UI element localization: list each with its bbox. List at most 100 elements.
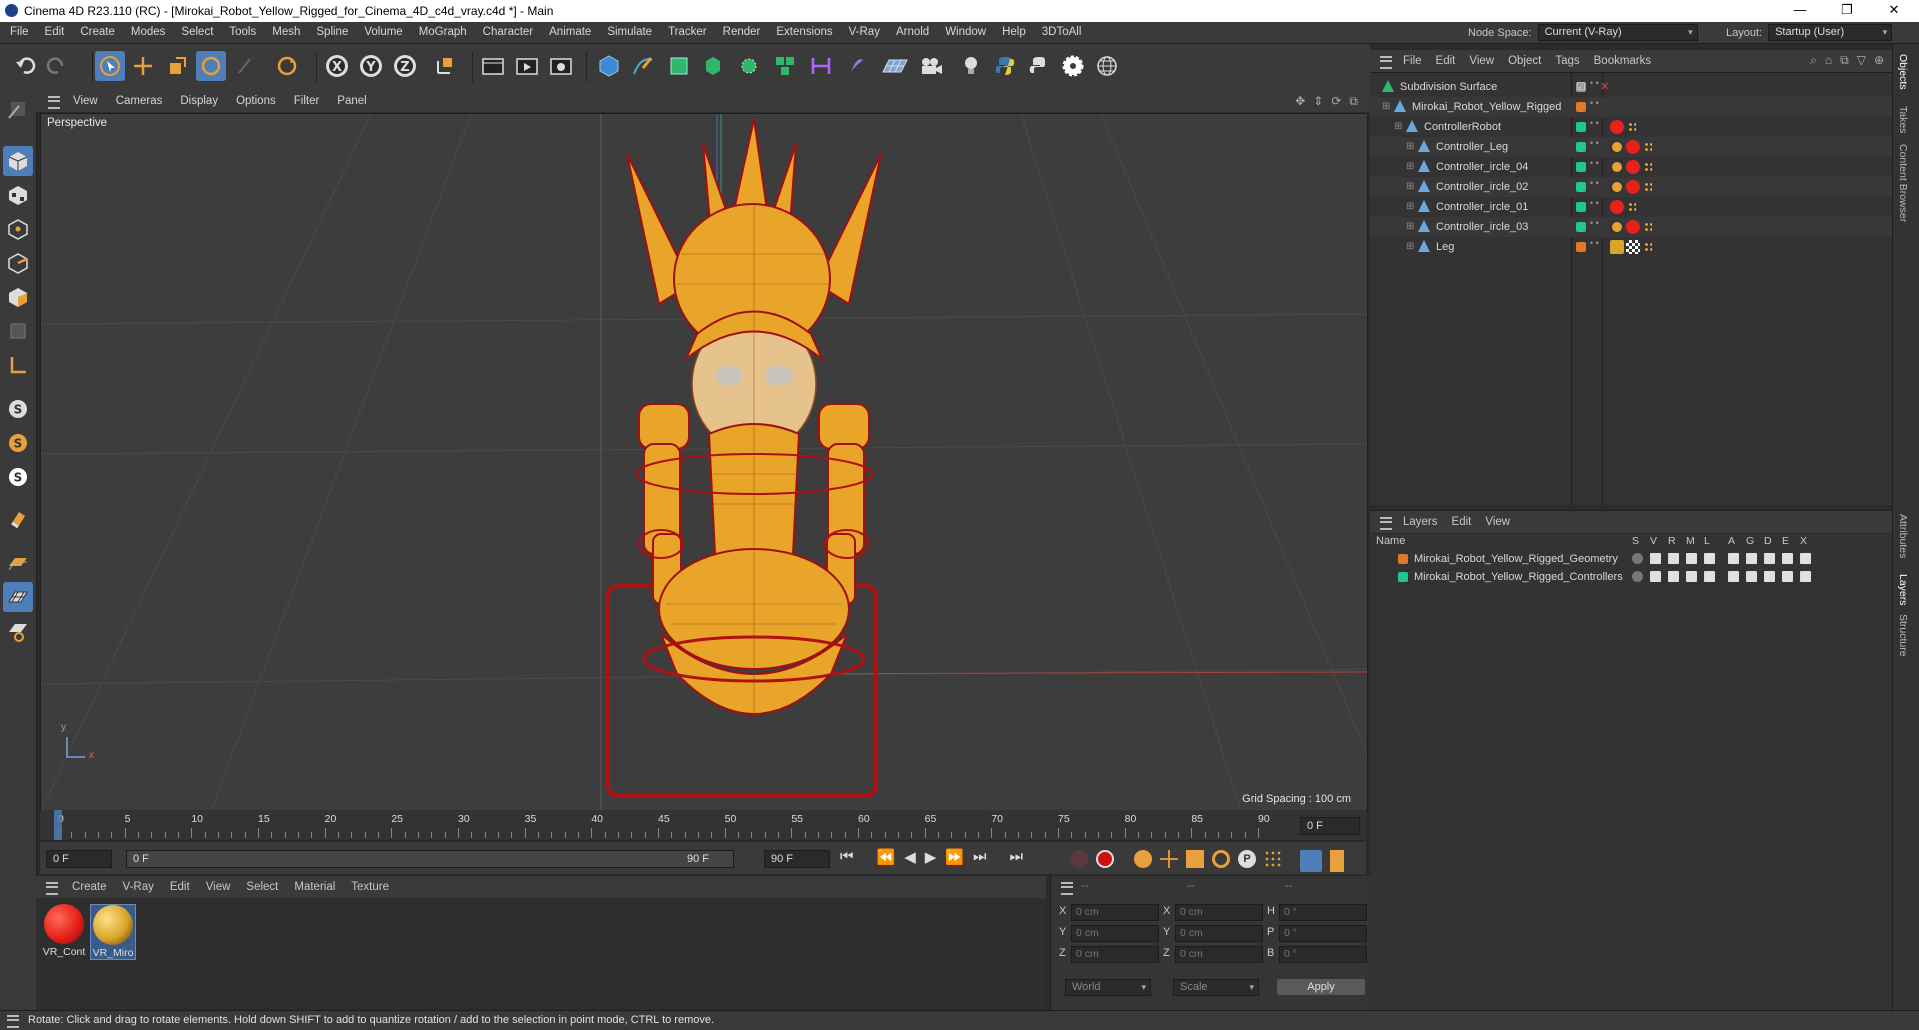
viewport-maximize-icon[interactable]: ⧉: [1349, 94, 1358, 109]
layer-column-header[interactable]: X: [1800, 535, 1807, 547]
field-icon[interactable]: [842, 51, 872, 81]
material-menu-edit[interactable]: Edit: [162, 876, 198, 898]
layer-color-swatch[interactable]: [1398, 572, 1408, 582]
uv-mode-icon[interactable]: [3, 316, 33, 346]
layer-column-header[interactable]: M: [1686, 535, 1695, 547]
locked-workplane-icon[interactable]: [3, 616, 33, 646]
object-name[interactable]: Mirokai_Robot_Yellow_Rigged: [1412, 97, 1561, 117]
material-tag-icon[interactable]: [1626, 160, 1640, 174]
object-name[interactable]: Controller_ircle_01: [1436, 197, 1528, 217]
layer-column-header[interactable]: A: [1728, 535, 1735, 547]
keyframe-selection-icon[interactable]: [1134, 850, 1152, 868]
key-parameter-icon[interactable]: P: [1238, 850, 1256, 868]
menu-mograph[interactable]: MoGraph: [411, 22, 475, 43]
material-menu-select[interactable]: Select: [238, 876, 286, 898]
layer-color-swatch[interactable]: [1576, 142, 1586, 152]
record-disabled-icon[interactable]: [1070, 850, 1088, 868]
layer-name[interactable]: Mirokai_Robot_Yellow_Rigged_Controllers: [1414, 568, 1623, 586]
material-tag-icon[interactable]: [1626, 180, 1640, 194]
menu-animate[interactable]: Animate: [541, 22, 599, 43]
timeline-ruler[interactable]: 051015202530354045505560657075808590 0 F: [40, 810, 1366, 840]
menu-render[interactable]: Render: [715, 22, 769, 43]
polygons-mode-icon[interactable]: [3, 282, 33, 312]
timeline-window-icon[interactable]: [1330, 850, 1344, 872]
object-menu-view[interactable]: View: [1462, 50, 1501, 72]
layer-color-swatch[interactable]: [1576, 182, 1586, 192]
viewport-menu-view[interactable]: View: [64, 90, 107, 112]
ik-tag-icon[interactable]: [1628, 202, 1636, 212]
layer-color-swatch[interactable]: [1576, 222, 1586, 232]
layer-name[interactable]: Mirokai_Robot_Yellow_Rigged_Geometry: [1414, 550, 1618, 568]
model-mode-icon[interactable]: [3, 146, 33, 176]
layers-hamburger-icon[interactable]: [1380, 517, 1392, 530]
new-window-icon[interactable]: ⧉: [1840, 53, 1849, 68]
expand-toggle-icon[interactable]: ⊞: [1406, 157, 1414, 177]
menu-mesh[interactable]: Mesh: [264, 22, 308, 43]
ik-tag-icon[interactable]: [1644, 162, 1652, 172]
viewport-move-icon[interactable]: ✥: [1295, 94, 1305, 109]
material-tag-icon[interactable]: [1610, 120, 1624, 134]
redo-icon[interactable]: [42, 51, 72, 81]
make-editable-icon[interactable]: [3, 94, 33, 124]
tab-structure[interactable]: Structure: [1897, 614, 1909, 657]
layer-row[interactable]: Mirokai_Robot_Yellow_Rigged_Controllers: [1370, 568, 1892, 586]
layer-column-header[interactable]: S: [1632, 535, 1639, 547]
camera-icon[interactable]: [916, 51, 946, 81]
menu-window[interactable]: Window: [937, 22, 994, 43]
next-key-icon[interactable]: ⏭: [973, 848, 987, 866]
motion-system-icon[interactable]: [1300, 850, 1322, 872]
protection-tag-icon[interactable]: [1610, 180, 1624, 194]
coord-scale-dropdown[interactable]: Scale: [1173, 979, 1259, 996]
next-frame-icon[interactable]: ⏩: [945, 848, 964, 866]
filter-icon[interactable]: ▽: [1857, 53, 1866, 68]
object-name[interactable]: Controller_Leg: [1436, 137, 1508, 157]
grid-workplane-icon[interactable]: [3, 582, 33, 612]
material-menu-v-ray[interactable]: V-Ray: [115, 876, 162, 898]
tab-takes[interactable]: Takes: [1897, 106, 1909, 133]
visibility-dots-icon[interactable]: • •: [1590, 117, 1599, 128]
object-menu-file[interactable]: File: [1396, 50, 1429, 72]
menu-extensions[interactable]: Extensions: [768, 22, 840, 43]
manager-icon[interactable]: [1686, 571, 1697, 582]
menu-v-ray[interactable]: V-Ray: [841, 22, 888, 43]
lock-icon[interactable]: [1704, 553, 1715, 564]
layer-menu-layers[interactable]: Layers: [1396, 511, 1445, 533]
coord-size-field[interactable]: 0 cm: [1175, 946, 1263, 963]
menu-edit[interactable]: Edit: [37, 22, 73, 43]
move-tool-icon[interactable]: [128, 51, 158, 81]
playhead[interactable]: [54, 810, 62, 840]
object-menu-bookmarks[interactable]: Bookmarks: [1587, 50, 1659, 72]
coord-mode-dropdown[interactable]: World: [1065, 979, 1151, 996]
rotate-tool-icon[interactable]: [196, 51, 226, 81]
play-icon[interactable]: ▶: [925, 848, 937, 866]
previous-frame-icon[interactable]: ◀: [904, 848, 916, 866]
uvw-tag-icon[interactable]: [1626, 240, 1640, 254]
layer-column-header[interactable]: G: [1746, 535, 1754, 547]
material-menu-view[interactable]: View: [198, 876, 239, 898]
layer-column-header[interactable]: R: [1668, 535, 1676, 547]
generators-icon[interactable]: [1746, 571, 1757, 582]
robot-model[interactable]: [606, 118, 882, 798]
cloner-icon[interactable]: [734, 51, 764, 81]
xref-icon[interactable]: [1800, 553, 1811, 564]
texture-mode-icon[interactable]: [3, 180, 33, 210]
expressions-icon[interactable]: [1782, 553, 1793, 564]
start-frame-field[interactable]: 0 F: [46, 850, 112, 868]
viewport-menu-filter[interactable]: Filter: [285, 90, 329, 112]
menu-select[interactable]: Select: [173, 22, 221, 43]
snap-settings-icon[interactable]: S: [3, 428, 33, 458]
ik-tag-icon[interactable]: [1644, 142, 1652, 152]
material-menu-material[interactable]: Material: [286, 876, 343, 898]
points-mode-icon[interactable]: [3, 214, 33, 244]
deformers-icon[interactable]: [1764, 553, 1775, 564]
lock-icon[interactable]: [1704, 571, 1715, 582]
layer-column-header[interactable]: D: [1764, 535, 1772, 547]
subdivision-surface-icon[interactable]: [664, 51, 694, 81]
menu-volume[interactable]: Volume: [356, 22, 410, 43]
menu-help[interactable]: Help: [994, 22, 1034, 43]
workplane-snap-icon[interactable]: S: [3, 462, 33, 492]
coord-size-field[interactable]: 0 cm: [1175, 904, 1263, 921]
viewport-menu-panel[interactable]: Panel: [328, 90, 375, 112]
visibility-dots-icon[interactable]: • •: [1590, 157, 1599, 168]
home-icon[interactable]: ⌂: [1825, 53, 1832, 68]
